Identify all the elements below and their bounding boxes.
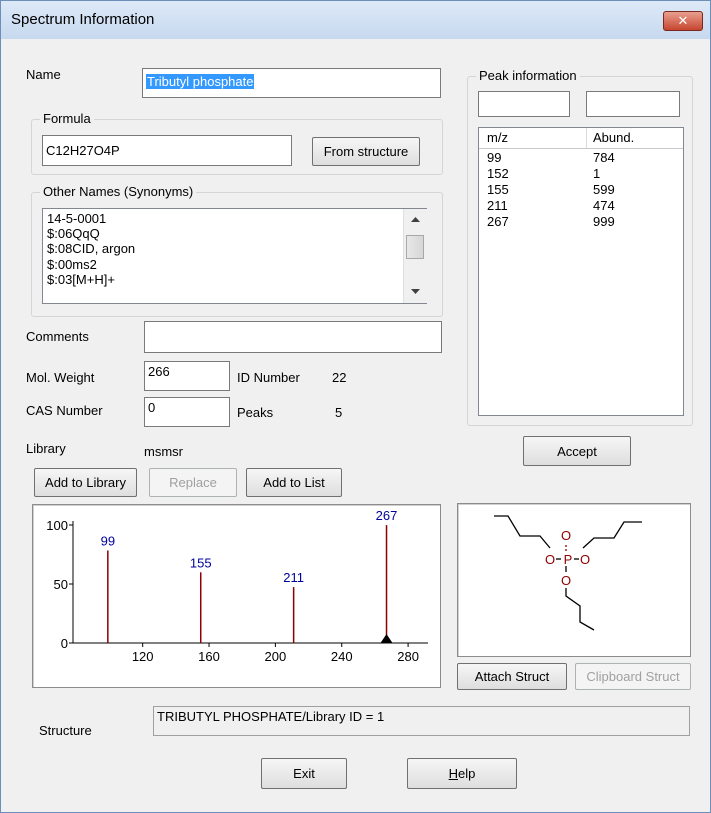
- synonym-item[interactable]: $:06QqQ: [47, 226, 100, 241]
- peak-mz-cell: 155: [487, 182, 509, 197]
- clipboard-struct-button[interactable]: Clipboard Struct: [575, 663, 691, 690]
- spectrum-information-window: Spectrum Information ✕ Name Tributyl pho…: [0, 0, 711, 813]
- x-tick-label: 160: [198, 649, 220, 664]
- molecule-atoms: O O P O O: [545, 528, 590, 588]
- table-row[interactable]: 155 599: [479, 182, 679, 198]
- synonym-item[interactable]: $:00ms2: [47, 257, 97, 272]
- add-to-library-button[interactable]: Add to Library: [34, 468, 137, 497]
- name-value: Tributyl phosphate: [146, 74, 255, 89]
- comments-label: Comments: [26, 329, 89, 344]
- peak-abund-cell: 1: [593, 166, 601, 181]
- scroll-down-arrow-icon[interactable]: [411, 289, 420, 295]
- butyl-chain-left: [494, 515, 551, 549]
- peak-abund-cell: 474: [593, 198, 615, 213]
- structure-drawing-panel: O O P O O: [457, 503, 691, 657]
- y-tick-label: 100: [46, 518, 68, 533]
- spectrum-chart-panel: 0 50 100 120 160 200 240 280 99 155 211 267: [32, 504, 441, 688]
- library-value: msmsr: [144, 444, 183, 459]
- scroll-up-arrow-icon[interactable]: [411, 217, 420, 223]
- exit-button[interactable]: Exit: [261, 758, 347, 789]
- mol-weight-field[interactable]: 266: [144, 361, 230, 391]
- peak-mz-cell: 267: [487, 214, 509, 229]
- spectrum-chart: 0 50 100 120 160 200 240 280 99 155 211 267: [46, 508, 428, 664]
- structure-label: Structure: [39, 723, 92, 738]
- peaks-label: Peaks: [237, 405, 274, 420]
- id-number-label: ID Number: [237, 370, 300, 385]
- peak-list-header: m/z Abund.: [479, 128, 683, 149]
- molecule-structure: O O P O O: [494, 515, 642, 631]
- peak-abund-input[interactable]: [586, 91, 680, 117]
- peak-label: 211: [283, 570, 304, 585]
- peak-label: 155: [190, 555, 212, 570]
- help-button[interactable]: Help: [407, 758, 517, 789]
- peak-abund-cell: 599: [593, 182, 615, 197]
- atom-o-top: O: [561, 528, 571, 543]
- formula-value: C12H27O4P: [46, 143, 120, 158]
- name-label: Name: [26, 67, 61, 82]
- mol-weight-value: 266: [148, 364, 170, 379]
- peak-abund-cell: 999: [593, 214, 615, 229]
- peak-label: 99: [101, 533, 115, 548]
- structure-value: TRIBUTYL PHOSPHATE/Library ID = 1: [157, 709, 385, 724]
- comments-field[interactable]: [144, 321, 442, 353]
- peak-label: 267: [376, 508, 398, 523]
- cas-number-value: 0: [148, 400, 156, 415]
- formula-field[interactable]: C12H27O4P: [42, 135, 292, 166]
- name-field[interactable]: Tributyl phosphate: [142, 68, 441, 98]
- synonyms-group-title: Other Names (Synonyms): [40, 184, 197, 199]
- synonym-item[interactable]: 14-5-0001: [47, 211, 106, 226]
- atom-o-right: O: [580, 552, 590, 567]
- peaks-value: 5: [335, 405, 343, 420]
- help-button-mnemonic: H: [448, 766, 459, 781]
- attach-struct-button[interactable]: Attach Struct: [457, 663, 567, 690]
- synonyms-scrollbar[interactable]: [403, 209, 427, 303]
- x-tick-label: 240: [331, 649, 353, 664]
- atom-o-bottom: O: [561, 573, 571, 588]
- from-structure-button[interactable]: From structure: [312, 137, 420, 166]
- table-row[interactable]: 99 784: [479, 150, 679, 166]
- structure-field: TRIBUTYL PHOSPHATE/Library ID = 1: [153, 706, 690, 736]
- title-bar[interactable]: Spectrum Information ✕: [1, 1, 710, 39]
- y-tick-label: 0: [61, 636, 68, 651]
- accept-button[interactable]: Accept: [523, 436, 631, 466]
- mol-weight-label: Mol. Weight: [26, 370, 95, 385]
- library-label: Library: [26, 441, 66, 456]
- replace-button[interactable]: Replace: [149, 468, 237, 497]
- synonym-item[interactable]: $:03[M+H]+: [47, 272, 115, 287]
- table-row[interactable]: 267 999: [479, 214, 679, 230]
- peak-mz-cell: 211: [487, 198, 508, 213]
- peak-mz-cell: 152: [487, 166, 509, 181]
- x-tick-label: 200: [265, 649, 287, 664]
- synonyms-list[interactable]: 14-5-0001 $:06QqQ $:08CID, argon $:00ms2…: [42, 208, 427, 304]
- synonym-item[interactable]: $:08CID, argon: [47, 241, 135, 256]
- peak-mz-input[interactable]: [478, 91, 570, 117]
- cas-number-field[interactable]: 0: [144, 397, 230, 427]
- close-button[interactable]: ✕: [663, 11, 703, 31]
- close-icon: ✕: [677, 13, 689, 28]
- peak-list[interactable]: m/z Abund. 99 784 152 1 155 599 211 474 …: [478, 127, 684, 416]
- butyl-chain-bottom: [565, 588, 595, 631]
- y-tick-label: 50: [54, 577, 68, 592]
- add-to-list-button[interactable]: Add to List: [246, 468, 342, 497]
- help-button-label: elp: [458, 766, 476, 781]
- table-row[interactable]: 211 474: [479, 198, 679, 214]
- table-row[interactable]: 152 1: [479, 166, 679, 182]
- formula-group-title: Formula: [40, 111, 94, 126]
- atom-o-left: O: [545, 552, 555, 567]
- column-header-mz[interactable]: m/z: [479, 128, 587, 148]
- atom-p: P: [564, 552, 573, 567]
- id-number-value: 22: [332, 370, 347, 385]
- column-header-abund[interactable]: Abund.: [587, 128, 683, 148]
- scroll-thumb[interactable]: [406, 235, 424, 259]
- butyl-chain-right: [582, 521, 642, 549]
- peak-information-group-title: Peak information: [476, 68, 580, 83]
- x-tick-label: 280: [397, 649, 419, 664]
- window-title: Spectrum Information: [11, 11, 155, 28]
- x-tick-label: 120: [132, 649, 154, 664]
- cas-number-label: CAS Number: [26, 403, 103, 418]
- peak-abund-cell: 784: [593, 150, 615, 165]
- precursor-marker: [380, 634, 393, 643]
- peak-mz-cell: 99: [487, 150, 502, 165]
